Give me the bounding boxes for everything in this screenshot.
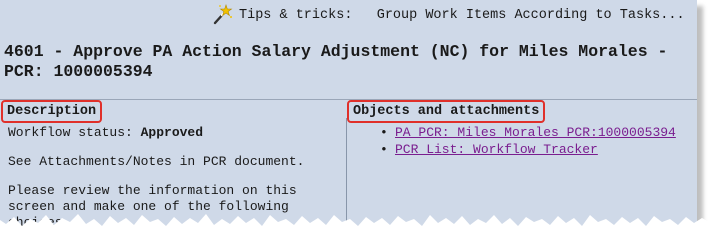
column-divider	[346, 118, 347, 242]
workflow-item-panel: Tips & tricks: Group Work Items Accordin…	[0, 0, 697, 242]
description-header: Description	[1, 100, 103, 123]
title-line-2: PCR: 1000005394	[4, 62, 153, 81]
workflow-status-value: Approved	[140, 125, 204, 140]
tips-and-tricks[interactable]: Tips & tricks: Group Work Items Accordin…	[211, 2, 685, 28]
screenshot-frame: Tips & tricks: Group Work Items Accordin…	[0, 0, 697, 242]
description-body: Workflow status: Approved See Attachment…	[8, 125, 338, 242]
pcr-list-link[interactable]: PCR List: Workflow Tracker	[395, 142, 598, 157]
workflow-status: Workflow status: Approved	[8, 125, 338, 141]
objects-attachments-header: Objects and attachments	[347, 100, 546, 123]
pa-pcr-link[interactable]: PA PCR: Miles Morales PCR:1000005394	[395, 125, 676, 140]
page-title: 4601 - Approve PA Action Salary Adjustme…	[4, 42, 694, 82]
attachments-note: See Attachments/Notes in PCR document.	[8, 154, 305, 169]
review-instructions: Please review the information on this sc…	[8, 183, 297, 230]
bullet-icon: •	[380, 142, 388, 157]
list-item: • PCR List: Workflow Tracker	[380, 142, 676, 158]
title-line-1: 4601 - Approve PA Action Salary Adjustme…	[4, 42, 668, 61]
tips-text: Tips & tricks: Group Work Items Accordin…	[239, 7, 685, 23]
magic-wand-icon	[213, 4, 233, 25]
attachments-list: • PA PCR: Miles Morales PCR:1000005394 • P…	[380, 125, 676, 159]
list-item: • PA PCR: Miles Morales PCR:1000005394	[380, 125, 676, 141]
workflow-status-label: Workflow status:	[8, 125, 141, 140]
bullet-icon: •	[380, 125, 388, 140]
